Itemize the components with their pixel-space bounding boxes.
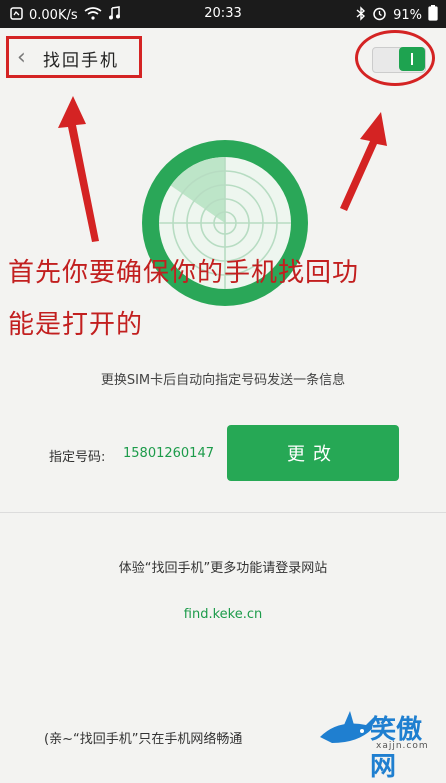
find-phone-toggle[interactable] (372, 47, 426, 73)
watermark: 笑傲网 xajjn.com (318, 705, 446, 782)
status-bar: 0.00K/s 20:33 91% (0, 0, 446, 28)
battery-level: 91% (393, 7, 422, 23)
battery-icon (428, 5, 438, 25)
header: ‹ 找回手机 (0, 28, 446, 86)
toggle-knob (399, 47, 425, 71)
sim-change-info: 更换SIM卡后自动向指定号码发送一条信息 (100, 373, 346, 388)
page-title: 找回手机 (43, 51, 119, 71)
website-link[interactable]: find.keke.cn (0, 607, 446, 622)
number-value: 15801260147 (123, 446, 214, 461)
more-info-text: 体验“找回手机”更多功能请登录网站 (118, 561, 328, 576)
note-text: (亲~“找回手机”只在手机网络畅通 (44, 732, 243, 747)
bluetooth-icon (356, 5, 366, 25)
divider (0, 512, 446, 513)
alarm-icon (372, 6, 387, 25)
watermark-sub: xajjn.com (376, 741, 429, 751)
annotation-text-line1: 首先你要确保你的手机找回功 (8, 258, 360, 288)
change-button[interactable]: 更改 (227, 425, 399, 481)
annotation-text-line2: 能是打开的 (8, 310, 144, 340)
back-button[interactable]: ‹ 找回手机 (6, 36, 142, 78)
shark-logo-icon (320, 711, 374, 743)
chevron-left-icon: ‹ (17, 45, 26, 70)
number-label: 指定号码: (49, 450, 106, 465)
toggle-highlight (355, 30, 435, 86)
